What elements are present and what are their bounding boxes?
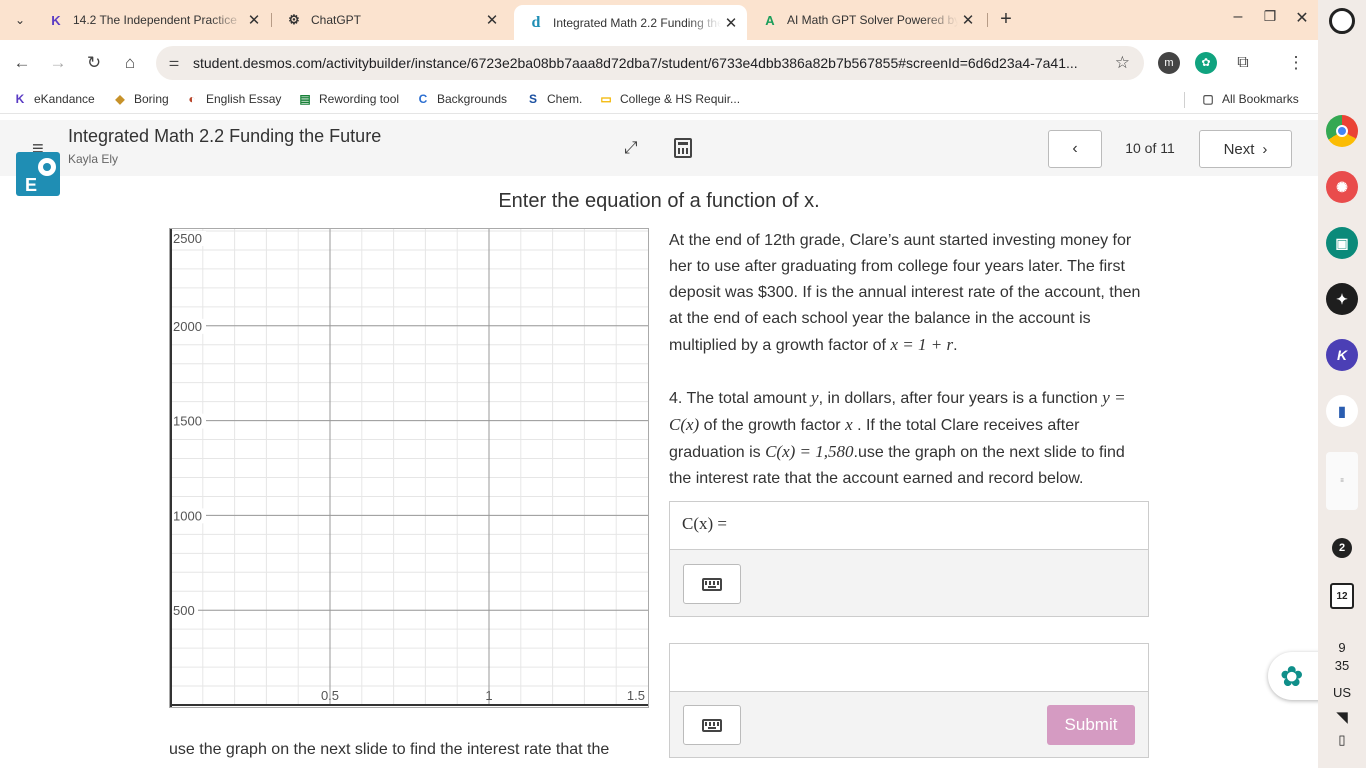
new-tab-plus-icon[interactable]: + <box>994 8 1018 32</box>
bookmark-boring[interactable]: ◆ Boring <box>112 91 168 107</box>
tab-ai-math-solver[interactable]: A AI Math GPT Solver Powered by ✕ <box>748 6 984 34</box>
figma-app-icon[interactable]: ✦ <box>1326 283 1358 315</box>
next-screen-button[interactable]: Next › <box>1199 130 1292 168</box>
close-tab-icon[interactable]: ✕ <box>721 14 741 32</box>
clock-hour[interactable]: 9 <box>1318 640 1366 655</box>
bookmark-star-icon[interactable]: ☆ <box>1115 53 1130 73</box>
close-window-icon[interactable]: ✕ <box>1292 8 1312 28</box>
input-locale[interactable]: US <box>1318 685 1366 700</box>
y-tick-label: 2500 <box>173 231 202 246</box>
tab-desmos-active[interactable]: d Integrated Math 2.2 Funding the Future… <box>514 5 747 40</box>
chevron-right-icon: › <box>1262 140 1268 158</box>
address-bar[interactable]: ⚌ student.desmos.com/activitybuilder/ins… <box>156 46 1144 80</box>
chrome-menu-icon[interactable]: ⋮ <box>1284 51 1308 75</box>
bookmark-chem[interactable]: S Chem. <box>525 91 582 107</box>
y-tick-label: 1000 <box>173 508 202 523</box>
graph-panel[interactable]: 2500 2000 1500 1000 500 0.5 1 1.5 <box>169 228 649 708</box>
x-tick-label: 1.5 <box>627 688 645 703</box>
art-app-icon[interactable]: ✺ <box>1326 171 1358 203</box>
graph-canvas: 2500 2000 1500 1000 500 0.5 1 1.5 <box>170 229 648 707</box>
boring-icon: ◆ <box>115 92 125 106</box>
bookmark-backgrounds[interactable]: C Backgrounds <box>415 91 507 107</box>
reload-icon[interactable]: ↻ <box>82 51 106 75</box>
forward-arrow-icon[interactable]: → <box>46 51 70 75</box>
home-icon[interactable]: ⌂ <box>118 51 142 75</box>
url-text[interactable]: student.desmos.com/activitybuilder/insta… <box>193 55 1105 71</box>
kami-app-icon[interactable]: K <box>1326 339 1358 371</box>
y-tick-label: 1500 <box>173 414 202 429</box>
math-keyboard-button[interactable] <box>683 705 741 745</box>
calendar-icon[interactable]: 12 <box>1330 583 1354 609</box>
folder-icon: ▢ <box>1202 92 1214 106</box>
function-math-input[interactable]: C(x) = <box>670 502 1148 550</box>
tab-chatgpt[interactable]: ⚙ ChatGPT ✕ <box>272 6 508 34</box>
bookmark-college-hs[interactable]: ▭ College & HS Requir... <box>598 91 740 107</box>
minimize-icon[interactable]: – <box>1228 8 1248 26</box>
extension-m-icon[interactable]: m <box>1158 52 1180 74</box>
close-tab-icon[interactable]: ✕ <box>244 11 264 29</box>
chevron-left-icon: ‹ <box>1072 140 1078 157</box>
chatgpt-icon: ✿ <box>1280 661 1304 692</box>
tab-search-chevron-icon[interactable]: ⌄ <box>8 10 32 30</box>
remote-app-icon[interactable]: ▮ <box>1326 395 1358 427</box>
answer-input-panel: Submit <box>669 643 1149 758</box>
browser-toolbar: ← → ↻ ⌂ ⚌ student.desmos.com/activitybui… <box>0 40 1318 86</box>
slides-icon: ▭ <box>600 92 612 106</box>
sheets-icon: ▤ <box>299 92 311 106</box>
restore-icon[interactable]: ❐ <box>1260 8 1280 25</box>
screen-counter: 10 of 11 <box>1125 140 1175 156</box>
chrome-app-icon[interactable] <box>1326 115 1358 147</box>
system-shelf: ✺ ▣ ✦ K ▮ ≡ 2 12 9 35 US ◥ ▯ <box>1318 0 1366 768</box>
notification-count-badge[interactable]: 2 <box>1332 538 1352 558</box>
extensions-puzzle-icon[interactable]: ⧉ <box>1231 51 1255 75</box>
question-4-paragraph: 4. The total amount y, in dollars, after… <box>669 388 1126 487</box>
desmos-icon: d <box>531 13 541 31</box>
wifi-icon[interactable]: ◥ <box>1318 708 1366 726</box>
student-name: Kayla Ely <box>68 152 119 166</box>
tab-strip: ⌄ K 14.2 The Independent Practice ✕ ⚙ Ch… <box>0 0 1318 40</box>
previous-screen-button[interactable]: ‹ <box>1048 130 1102 168</box>
tab-independent-practice[interactable]: K 14.2 The Independent Practice ✕ <box>34 6 270 34</box>
chatgpt-icon: ⚙ <box>288 12 300 27</box>
schoology-icon: S <box>528 92 537 106</box>
activity-header: ≡ E Integrated Math 2.2 Funding the Futu… <box>0 120 1318 196</box>
kiddom-icon: K <box>15 92 25 106</box>
close-tab-icon[interactable]: ✕ <box>958 11 978 29</box>
battery-icon[interactable]: ▯ <box>1318 732 1366 748</box>
site-info-icon[interactable]: ⚌ <box>166 55 182 71</box>
context-paragraph: At the end of 12th grade, Clare’s aunt s… <box>669 232 1141 354</box>
answer-math-input[interactable] <box>670 644 1148 692</box>
calculator-icon[interactable] <box>674 138 692 158</box>
classroom-app-icon[interactable]: ▣ <box>1326 227 1358 259</box>
screen-prompt: Enter the equation of a function of x. <box>498 190 820 212</box>
close-tab-icon[interactable]: ✕ <box>482 11 502 29</box>
function-input-panel: C(x) = <box>669 501 1149 617</box>
clock-minute[interactable]: 35 <box>1318 658 1366 673</box>
x-tick-label: 0.5 <box>321 688 339 703</box>
canva-icon: C <box>418 92 428 106</box>
bookmark-ekandance[interactable]: K eKandance <box>12 91 95 107</box>
essay-icon: ◐ <box>188 92 196 106</box>
keyboard-icon <box>702 577 722 591</box>
question-text: At the end of 12th grade, Clare’s aunt s… <box>669 228 1151 518</box>
x-tick-label: 1 <box>485 688 492 703</box>
y-tick-label: 2000 <box>173 319 202 334</box>
bookmarks-bar: K eKandance ◆ Boring ◐ English Essay ▤ R… <box>0 86 1318 114</box>
launcher-icon[interactable] <box>1329 8 1355 34</box>
math-keyboard-button[interactable] <box>683 564 741 604</box>
instruction-text: use the graph on the next slide to find … <box>169 741 610 768</box>
bookmark-english-essay[interactable]: ◐ English Essay <box>184 91 281 107</box>
fullscreen-expand-icon[interactable]: ⤢ <box>624 138 638 158</box>
kiddom-icon: K <box>51 12 61 28</box>
document-preview-thumbnail[interactable]: ≡ <box>1326 452 1358 510</box>
activity-title: Integrated Math 2.2 Funding the Future <box>68 126 382 146</box>
bookmark-all-bookmarks[interactable]: ▢ All Bookmarks <box>1200 91 1298 107</box>
bookmark-rewording-tool[interactable]: ▤ Rewording tool <box>297 91 399 107</box>
keyboard-icon <box>702 718 722 732</box>
math-gpt-icon: A <box>765 12 775 28</box>
chatgpt-extension-icon[interactable]: ✿ <box>1195 52 1217 74</box>
submit-button[interactable]: Submit <box>1047 705 1135 745</box>
back-arrow-icon[interactable]: ← <box>10 51 34 75</box>
y-tick-label: 500 <box>173 603 195 618</box>
